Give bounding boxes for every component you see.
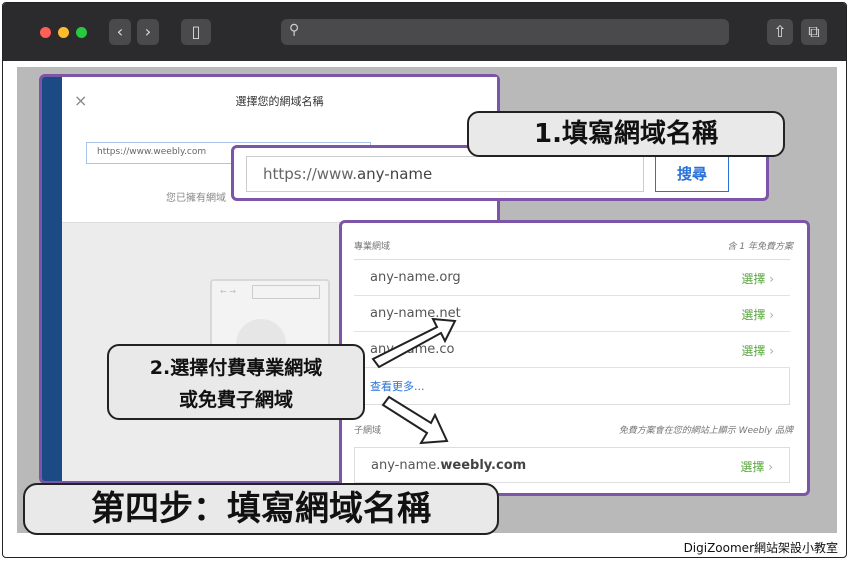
subdomain-header: 子網域 <box>354 426 382 436</box>
chevron-right-icon: › <box>769 344 774 358</box>
address-bar[interactable]: ⚲ <box>281 19 729 45</box>
search-button[interactable]: 搜尋 <box>655 156 729 192</box>
select-link[interactable]: 選擇 › <box>741 306 774 323</box>
step2-callout: 2.選擇付費專業網域 或免費子網域 <box>107 344 365 420</box>
see-more-link[interactable]: 查看更多... <box>370 378 425 394</box>
back-icon[interactable]: ‹ <box>109 19 131 45</box>
subdomain-item[interactable]: any-name.weebly.com 選擇 › <box>354 447 790 483</box>
select-link[interactable]: 選擇 › <box>741 342 774 359</box>
footer-credit: DigiZoomer網站架設小教室 <box>683 541 838 555</box>
browser-toolbar: ‹ › ▯ ⚲ ⇧ ⧉ <box>3 3 846 61</box>
select-link[interactable]: 選擇 › <box>741 270 774 287</box>
subdomain-note: 免費方案會在您的網站上顯示 Weebly 品牌 <box>618 426 793 436</box>
chevron-right-icon: › <box>769 272 774 286</box>
maximize-window-icon[interactable] <box>76 27 87 38</box>
sidebar-icon[interactable]: ▯ <box>181 19 211 45</box>
close-window-icon[interactable] <box>40 27 51 38</box>
search-icon: ⚲ <box>289 22 300 38</box>
forward-icon[interactable]: › <box>137 19 159 45</box>
list-item[interactable]: any-name.net 選擇 › <box>354 296 790 332</box>
step1-callout: 1.填寫網域名稱 <box>467 111 785 157</box>
share-icon[interactable]: ⇧ <box>767 19 793 45</box>
tabs-icon[interactable]: ⧉ <box>801 19 827 45</box>
dialog-title: 選擇您的網域名稱 <box>235 95 324 108</box>
browser-window: ‹ › ▯ ⚲ ⇧ ⧉ × 選擇您的網域名稱 https://www.weebl… <box>2 2 847 558</box>
chevron-right-icon: › <box>768 460 773 474</box>
pro-domain-note: 含 1 年免費方案 <box>727 242 793 252</box>
step4-heading: 第四步：填寫網域名稱 <box>23 483 499 535</box>
select-link[interactable]: 選擇 › <box>740 458 773 475</box>
domain-list-callout: 專業網域 含 1 年免費方案 any-name.org 選擇 › any-nam… <box>339 220 810 496</box>
chevron-right-icon: › <box>769 308 774 322</box>
pro-domain-header: 專業網域 <box>354 242 391 252</box>
own-domain-text[interactable]: 您已擁有網域 <box>166 189 226 204</box>
list-item[interactable]: any-name.org 選擇 › <box>354 260 790 296</box>
list-item[interactable]: any-name.co 選擇 › <box>354 332 790 368</box>
domain-search-input[interactable]: https://www.any-name <box>246 156 644 192</box>
minimize-window-icon[interactable] <box>58 27 69 38</box>
